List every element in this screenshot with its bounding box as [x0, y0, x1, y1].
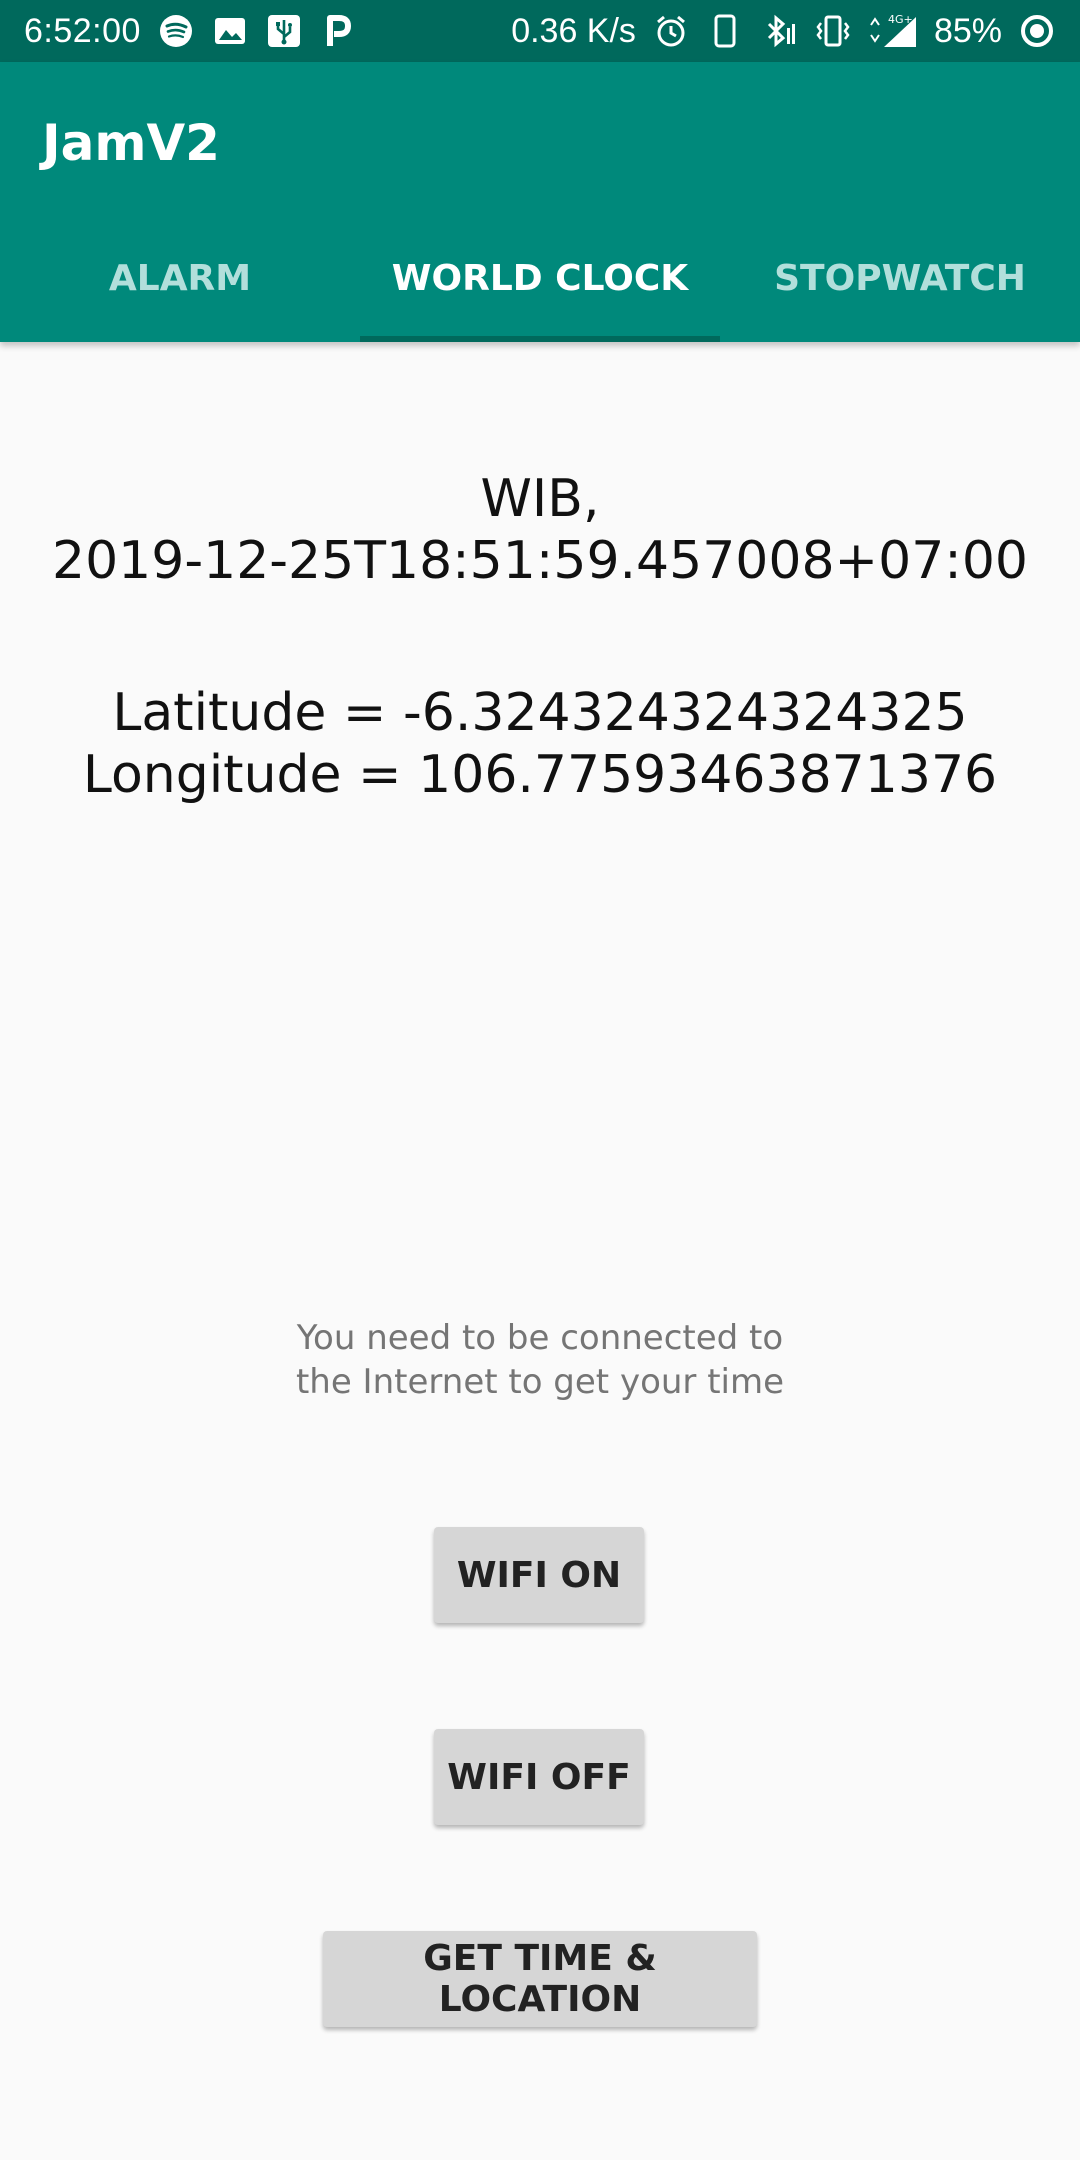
notice-line-2: the Internet to get your time [295, 1362, 785, 1402]
tab-world-clock-label: WORLD CLOCK [391, 258, 689, 299]
tab-stopwatch[interactable]: STOPWATCH [720, 250, 1080, 342]
latitude-value: Latitude = -6.324324324324325 [112, 683, 968, 743]
time-display: WIB, 2019-12-25T18:51:59.457008+07:00 [0, 468, 1080, 592]
get-time-location-button[interactable]: GET TIME & LOCATION [323, 1931, 757, 2027]
usb-icon [265, 12, 303, 50]
alarm-icon [652, 12, 690, 50]
wifi-off-button[interactable]: WIFI OFF [434, 1729, 644, 1825]
image-icon [211, 12, 249, 50]
tab-alarm-label: ALARM [108, 258, 252, 299]
datetime-value: 2019-12-25T18:51:59.457008+07:00 [52, 531, 1028, 591]
parking-icon [319, 12, 357, 50]
app-bar: JamV2 ALARM WORLD CLOCK STOPWATCH [0, 62, 1080, 342]
timezone-label: WIB, [480, 469, 600, 529]
network-speed: 0.36 K/s [511, 11, 636, 50]
longitude-value: Longitude = 106.77593463871376 [82, 745, 998, 805]
status-left-group: 6:52:00 [24, 12, 357, 51]
bluetooth-icon [760, 12, 798, 50]
notice-line-1: You need to be connected to [296, 1318, 784, 1358]
app-title: JamV2 [42, 114, 220, 172]
tab-stopwatch-label: STOPWATCH [774, 258, 1026, 299]
vibrate-icon [814, 12, 852, 50]
battery-percent: 85% [933, 11, 1002, 50]
phone-icon [706, 12, 744, 50]
signal-icon: 4G+ [868, 12, 918, 50]
location-display: Latitude = -6.324324324324325 Longitude … [0, 682, 1080, 806]
status-bar: 6:52:00 0.36 K/s 4G+ 85% [0, 0, 1080, 62]
tab-world-clock[interactable]: WORLD CLOCK [360, 250, 720, 342]
battery-saver-icon [1018, 12, 1056, 50]
status-right-group: 0.36 K/s 4G+ 85% [511, 12, 1056, 51]
tab-indicator [360, 336, 720, 342]
wifi-on-button[interactable]: WIFI ON [434, 1527, 644, 1623]
tab-alarm[interactable]: ALARM [0, 250, 360, 342]
tab-bar: ALARM WORLD CLOCK STOPWATCH [0, 250, 1080, 342]
connection-notice: You need to be connected to the Internet… [0, 1316, 1080, 1404]
status-time: 6:52:00 [24, 11, 141, 50]
spotify-icon [157, 12, 195, 50]
